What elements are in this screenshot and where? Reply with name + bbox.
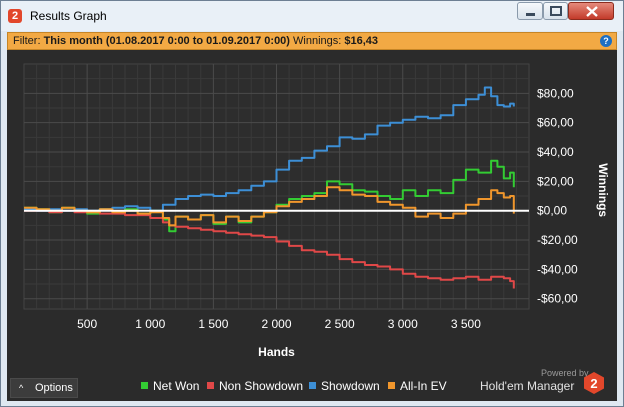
brand-name: Hold'em Manager	[480, 379, 575, 393]
legend-net-won[interactable]: Net Won	[141, 379, 199, 393]
filter-summary: Filter: This month (01.08.2017 0:00 to 0…	[13, 33, 378, 49]
maximize-button[interactable]	[543, 2, 568, 20]
hem-logo-icon: 2	[584, 372, 604, 394]
y-tick-label: -$20,00	[537, 233, 578, 247]
y-tick-label: $0,00	[537, 204, 567, 218]
close-icon	[586, 6, 598, 17]
powered-by-label: Powered by	[541, 368, 589, 378]
x-tick-label: 3 500	[451, 317, 481, 331]
x-tick-label: 500	[77, 317, 97, 331]
options-label: Options	[35, 382, 73, 394]
legend-label: Showdown	[321, 379, 380, 393]
legend-swatch	[309, 382, 316, 389]
legend-swatch	[207, 382, 214, 389]
filter-range: This month (01.08.2017 0:00 to 01.09.201…	[43, 35, 290, 47]
legend-swatch	[141, 382, 148, 389]
y-tick-label: $40,00	[537, 145, 574, 159]
filter-prefix: Filter:	[13, 35, 41, 47]
x-tick-label: 3 000	[388, 317, 418, 331]
legend-label: Net Won	[153, 379, 200, 393]
logo-glyph: 2	[590, 376, 597, 391]
graph-panel: 500 1 000 1 500 2 000 2 500 3 000 3 500 $80,00 $…	[7, 50, 617, 401]
y-tick-label: $20,00	[537, 174, 574, 188]
legend-non-showdown[interactable]: Non Showdown	[207, 379, 303, 393]
y-tick-label: -$60,00	[537, 292, 578, 306]
y-tick-label: $60,00	[537, 116, 574, 130]
results-chart: 500 1 000 1 500 2 000 2 500 3 000 3 500 $80,00 $…	[23, 63, 610, 359]
legend-all-in-ev[interactable]: All-In EV	[388, 379, 447, 393]
minimize-button[interactable]	[517, 2, 543, 20]
window-title: Results Graph	[30, 9, 107, 23]
maximize-icon	[550, 6, 562, 16]
chevron-up-icon: ^	[19, 383, 24, 393]
y-tick-label: -$40,00	[537, 262, 578, 276]
minimize-icon	[526, 13, 535, 16]
close-button[interactable]	[568, 2, 614, 20]
x-tick-label: 2 000	[261, 317, 291, 331]
legend-label: Non Showdown	[219, 379, 304, 393]
legend-label: All-In EV	[400, 379, 447, 393]
x-tick-label: 2 500	[325, 317, 355, 331]
legend-swatch	[388, 382, 395, 389]
x-axis-title: Hands	[258, 345, 295, 359]
winnings-value: $16,43	[344, 35, 379, 47]
title-bar[interactable]: 2 Results Graph	[1, 1, 623, 31]
winnings-label: Winnings:	[293, 35, 342, 47]
results-graph-window: 2 Results Graph Filter: This month (01.0…	[0, 0, 624, 407]
hem-app-icon: 2	[8, 9, 22, 23]
x-tick-label: 1 500	[198, 317, 228, 331]
y-tick-label: $80,00	[537, 86, 574, 100]
options-button[interactable]: ^ Options	[10, 378, 78, 398]
filter-bar[interactable]: Filter: This month (01.08.2017 0:00 to 0…	[7, 32, 617, 50]
help-icon[interactable]: ?	[600, 35, 612, 47]
legend-showdown[interactable]: Showdown	[309, 379, 380, 393]
y-axis-title: Winnings	[596, 163, 610, 217]
x-tick-label: 1 000	[135, 317, 165, 331]
